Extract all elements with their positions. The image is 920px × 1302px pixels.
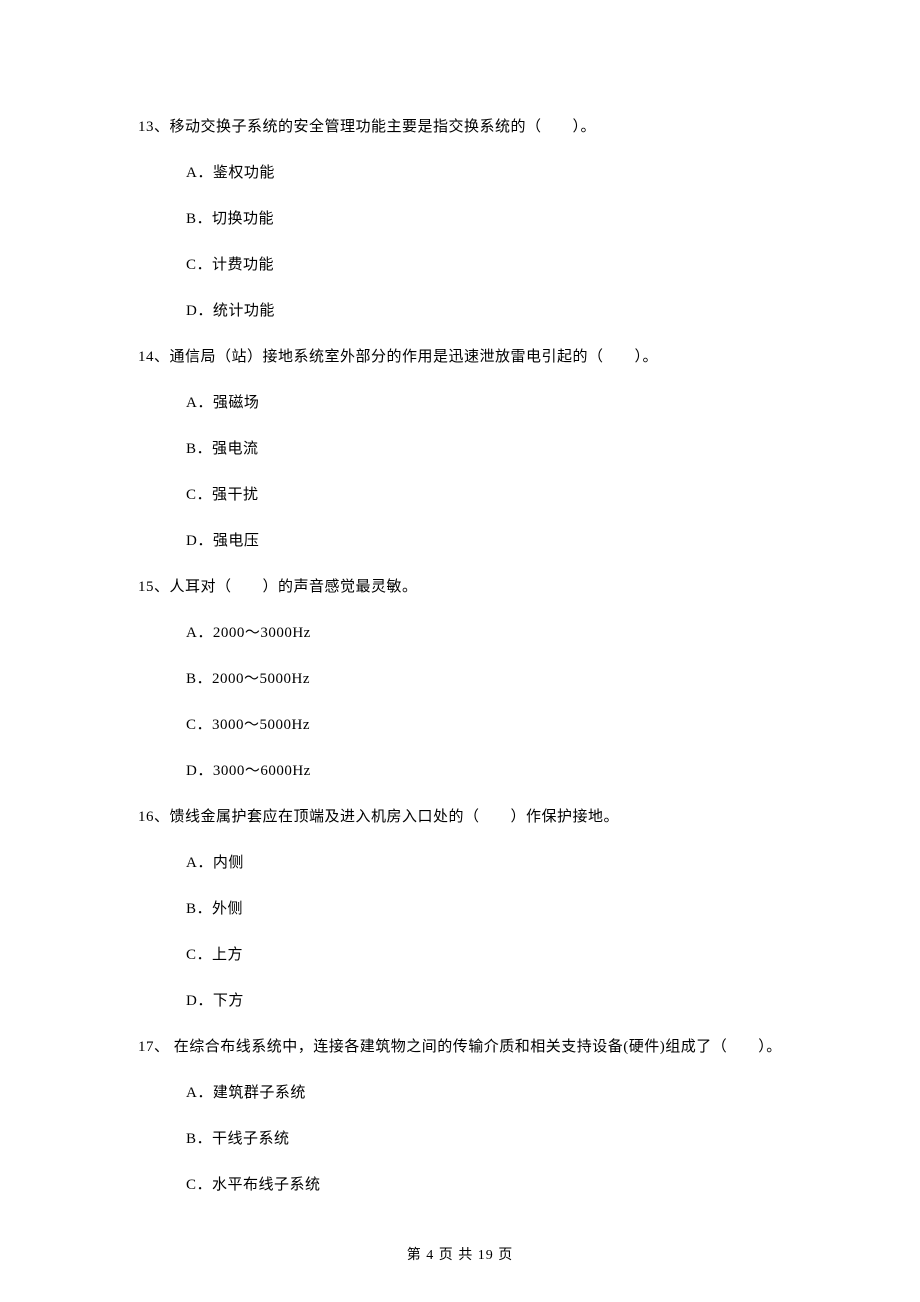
option-b: B．2000～5000Hz [186,667,790,691]
option-d: D．统计功能 [186,299,790,323]
options-list: A．强磁场 B．强电流 C．强干扰 D．强电压 [138,391,790,553]
option-c: C．上方 [186,943,790,967]
option-b: B．外侧 [186,897,790,921]
question-prompt: 16、馈线金属护套应在顶端及进入机房入口处的（ ）作保护接地。 [138,805,790,829]
options-list: A．2000～3000Hz B．2000～5000Hz C．3000～5000H… [138,621,790,783]
option-d: D．下方 [186,989,790,1013]
question-text: 馈线金属护套应在顶端及进入机房入口处的（ ）作保护接地。 [170,809,620,825]
question-prompt: 13、移动交换子系统的安全管理功能主要是指交换系统的（ ）。 [138,115,790,139]
option-d: D．3000～6000Hz [186,759,790,783]
options-list: A．鉴权功能 B．切换功能 C．计费功能 D．统计功能 [138,161,790,323]
option-c: C．计费功能 [186,253,790,277]
question-number: 14 [138,349,154,365]
question-13: 13、移动交换子系统的安全管理功能主要是指交换系统的（ ）。 A．鉴权功能 B．… [138,115,790,323]
question-prompt: 14、通信局（站）接地系统室外部分的作用是迅速泄放雷电引起的（ ）。 [138,345,790,369]
option-a: A．鉴权功能 [186,161,790,185]
option-b: B．强电流 [186,437,790,461]
question-text: 移动交换子系统的安全管理功能主要是指交换系统的（ ）。 [170,119,597,135]
question-text: 通信局（站）接地系统室外部分的作用是迅速泄放雷电引起的（ ）。 [170,349,659,365]
question-17: 17、 在综合布线系统中，连接各建筑物之间的传输介质和相关支持设备(硬件)组成了… [138,1035,790,1197]
question-prompt: 17、 在综合布线系统中，连接各建筑物之间的传输介质和相关支持设备(硬件)组成了… [138,1035,790,1059]
question-16: 16、馈线金属护套应在顶端及进入机房入口处的（ ）作保护接地。 A．内侧 B．外… [138,805,790,1013]
question-text: 人耳对（ ）的声音感觉最灵敏。 [170,579,418,595]
question-text: 在综合布线系统中，连接各建筑物之间的传输介质和相关支持设备(硬件)组成了（ ）。 [170,1039,782,1055]
question-14: 14、通信局（站）接地系统室外部分的作用是迅速泄放雷电引起的（ ）。 A．强磁场… [138,345,790,553]
option-c: C．水平布线子系统 [186,1173,790,1197]
question-prompt: 15、人耳对（ ）的声音感觉最灵敏。 [138,575,790,599]
question-15: 15、人耳对（ ）的声音感觉最灵敏。 A．2000～3000Hz B．2000～… [138,575,790,783]
question-number: 16 [138,809,154,825]
option-b: B．切换功能 [186,207,790,231]
options-list: A．内侧 B．外侧 C．上方 D．下方 [138,851,790,1013]
document-page: 13、移动交换子系统的安全管理功能主要是指交换系统的（ ）。 A．鉴权功能 B．… [0,0,920,1302]
question-number: 17 [138,1039,154,1055]
question-number: 13 [138,119,154,135]
option-a: A．2000～3000Hz [186,621,790,645]
page-footer: 第 4 页 共 19 页 [0,1244,920,1264]
option-c: C．3000～5000Hz [186,713,790,737]
option-a: A．强磁场 [186,391,790,415]
options-list: A．建筑群子系统 B．干线子系统 C．水平布线子系统 [138,1081,790,1197]
question-number: 15 [138,579,154,595]
option-a: A．内侧 [186,851,790,875]
option-a: A．建筑群子系统 [186,1081,790,1105]
option-c: C．强干扰 [186,483,790,507]
option-b: B．干线子系统 [186,1127,790,1151]
option-d: D．强电压 [186,529,790,553]
